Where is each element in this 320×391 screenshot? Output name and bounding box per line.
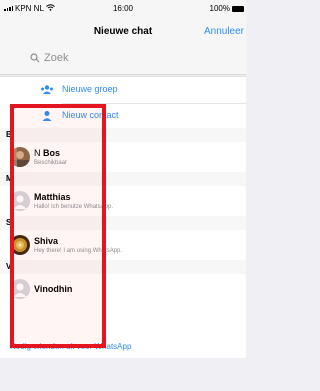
status-bar: KPN NL 16:00 100% [0, 0, 246, 18]
status-right: 100% [210, 4, 244, 13]
search-icon [30, 53, 40, 63]
battery-icon [232, 5, 244, 12]
battery-label: 100% [209, 4, 230, 13]
search-bar[interactable]: Zoek [0, 44, 246, 75]
search-input[interactable]: Zoek [44, 52, 68, 64]
cancel-button[interactable]: Annuleer [204, 26, 244, 37]
highlight-box [10, 104, 106, 348]
footer-area [0, 358, 246, 391]
new-group-label: Nieuwe groep [62, 84, 118, 94]
group-icon [41, 85, 53, 94]
new-group-button[interactable]: Nieuwe groep [0, 77, 246, 104]
navigation-bar: Nieuwe chat Annuleer [0, 18, 246, 44]
